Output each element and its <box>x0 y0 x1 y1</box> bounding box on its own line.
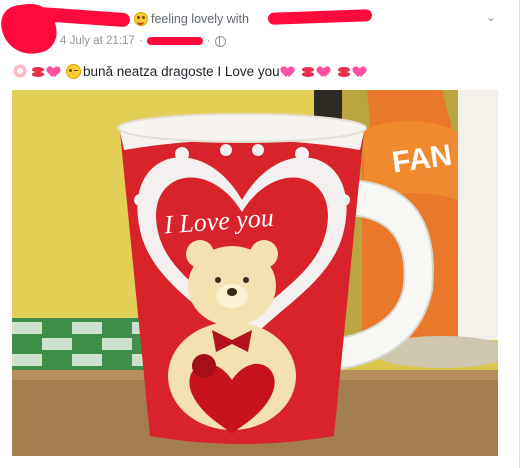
status-message: bună neatza dragoste I Love you <box>12 60 370 82</box>
meta-separator: · <box>138 35 143 47</box>
heart-icon <box>48 64 64 78</box>
redacted-location <box>146 37 203 45</box>
mug-photo-illustration: FAN I Love you <box>12 90 498 456</box>
post-header: feeling lovely with <box>134 9 249 29</box>
heart-icon <box>318 64 334 78</box>
feeling-text: feeling lovely with <box>151 12 249 26</box>
heart-icon <box>282 64 298 78</box>
chevron-down-icon[interactable]: ⌄ <box>486 11 498 23</box>
post-photo[interactable]: FAN I Love you <box>12 90 498 456</box>
redacted-tagged-person <box>267 9 373 25</box>
winking-kiss-face-icon <box>66 63 81 79</box>
smiling-face-icon <box>134 12 148 26</box>
heart-icon <box>354 64 370 78</box>
timestamp-link[interactable]: 4 July at 21:17 <box>60 35 135 47</box>
post-card: feeling lovely with ⌄ 4 July at 21:17 · … <box>0 0 520 468</box>
status-text: bună neatza dragoste I Love you <box>83 63 280 79</box>
meta-separator: · <box>206 35 211 47</box>
blossom-icon <box>12 64 28 78</box>
kiss-mark-icon <box>30 64 46 78</box>
post-meta: 4 July at 21:17 · · <box>60 33 226 49</box>
kiss-mark-icon <box>300 64 316 78</box>
kiss-mark-icon <box>336 64 352 78</box>
globe-icon[interactable] <box>214 35 226 47</box>
